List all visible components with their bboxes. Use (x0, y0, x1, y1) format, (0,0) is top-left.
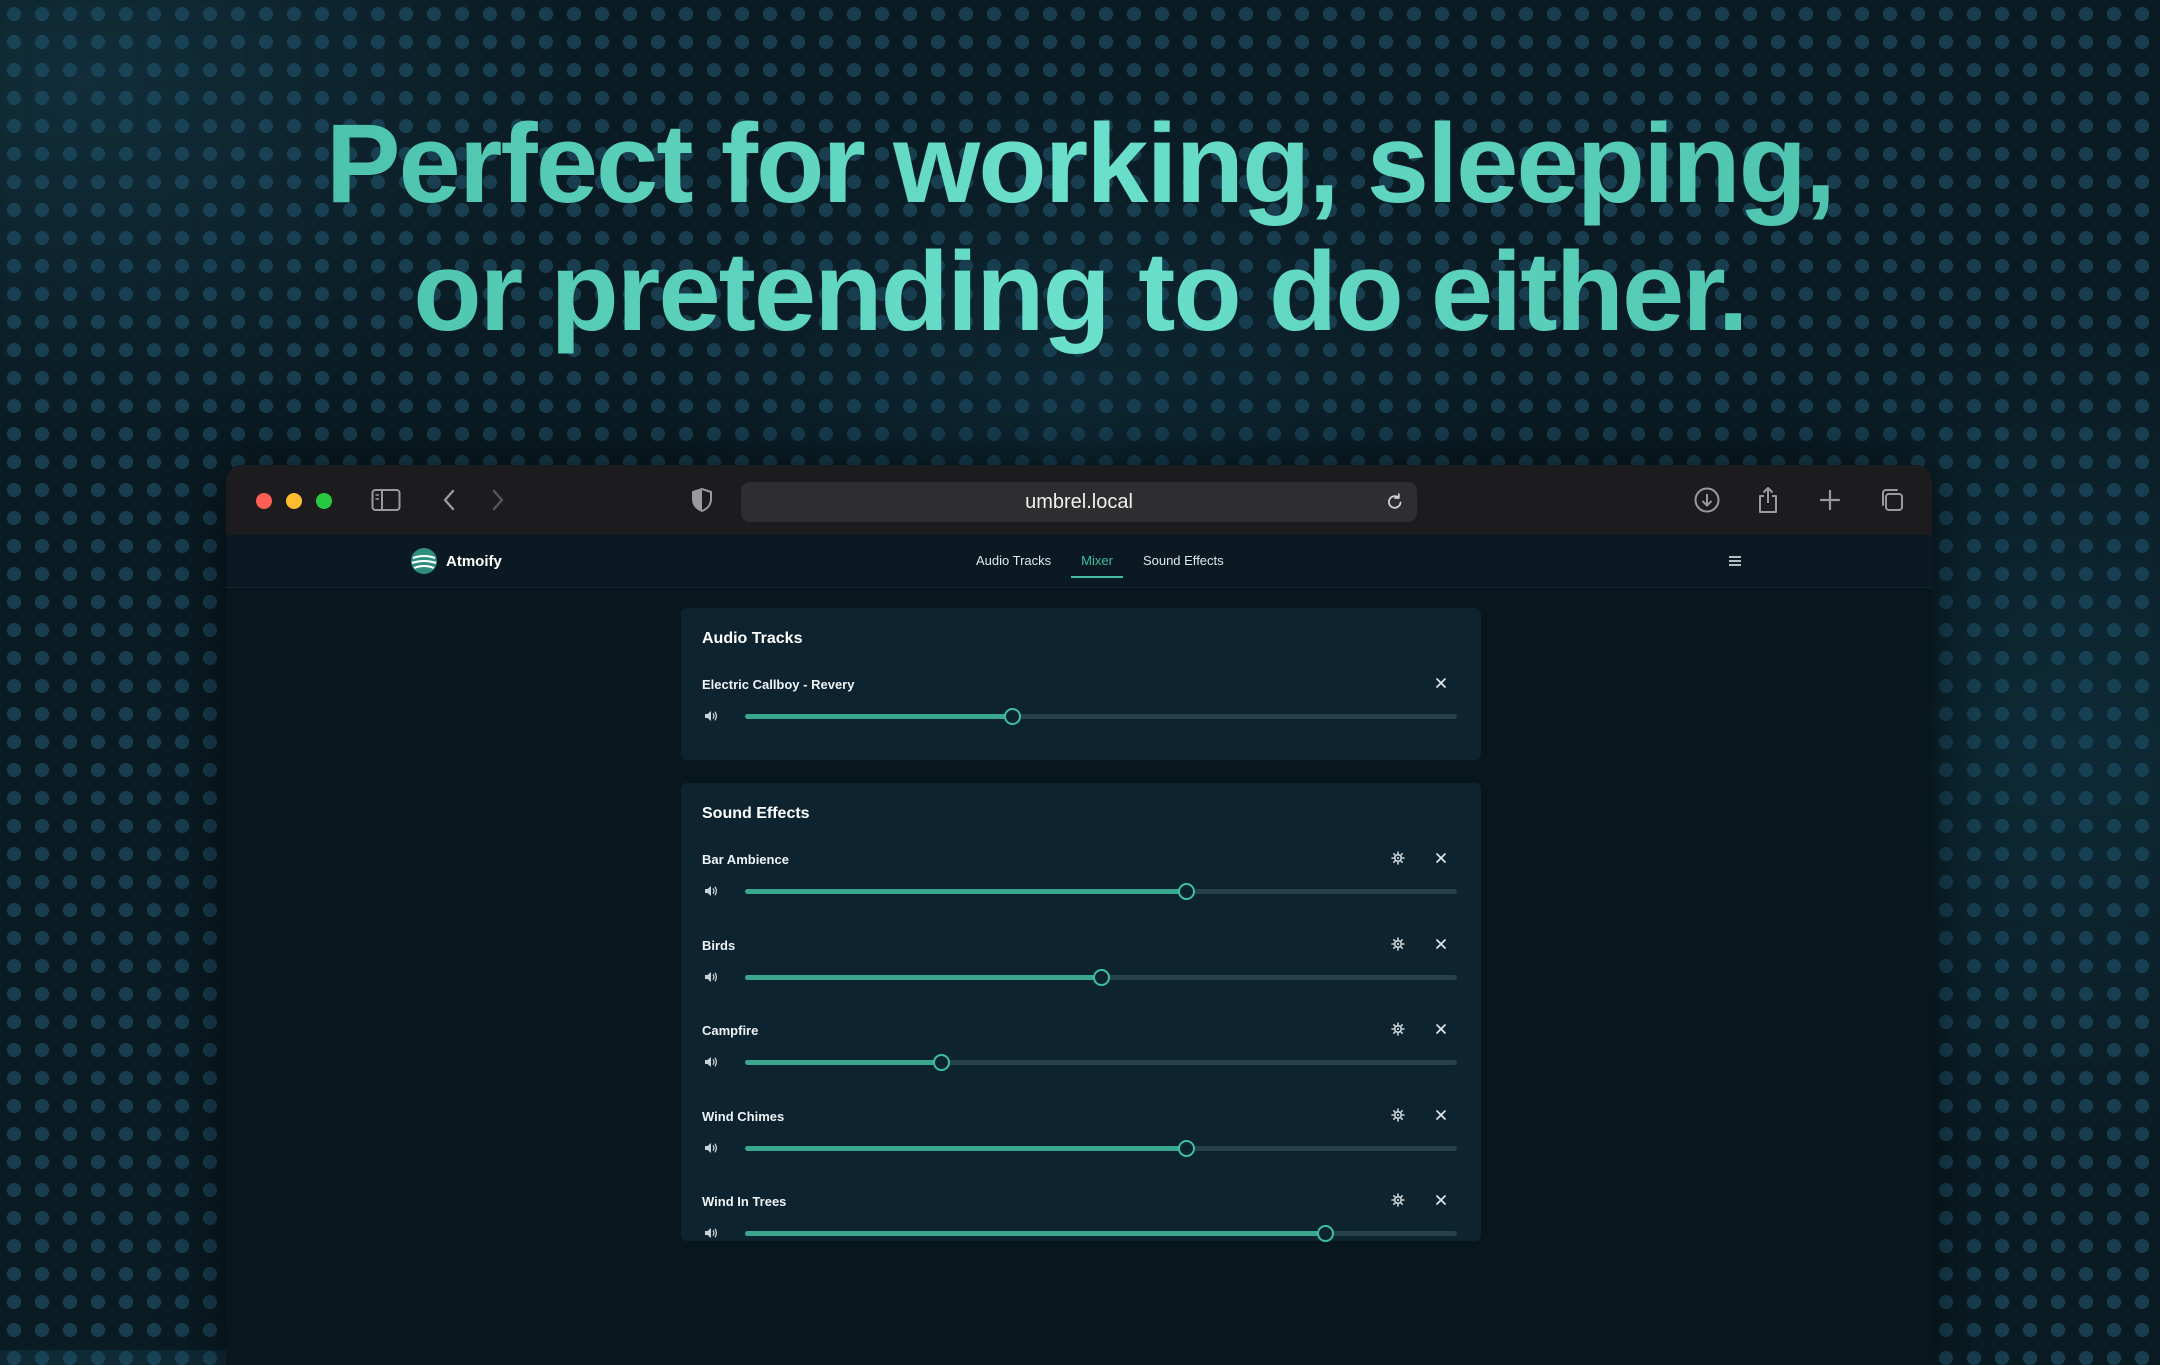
mixer-row: Birds (681, 935, 1481, 1024)
remove-icon[interactable] (1432, 1106, 1450, 1124)
volume-speaker-icon[interactable] (702, 882, 720, 900)
track-name: Campfire (702, 1023, 759, 1038)
volume-slider-thumb[interactable] (1178, 883, 1196, 900)
remove-icon[interactable] (1432, 1020, 1450, 1038)
volume-slider-thumb[interactable] (1093, 968, 1110, 986)
atmoify-logo-icon (411, 548, 437, 574)
tab-audio-tracks[interactable]: Audio Tracks (966, 535, 1061, 587)
volume-slider-fill (745, 889, 1187, 894)
volume-slider[interactable] (745, 968, 1457, 986)
track-name: Wind Chimes (702, 1108, 785, 1124)
browser-toolbar: umbrel.local (226, 465, 1932, 536)
sidebar-toggle-icon[interactable] (368, 482, 404, 518)
volume-slider-fill (745, 1231, 1326, 1236)
volume-slider-thumb[interactable] (932, 1054, 950, 1071)
track-name: Electric Callboy - Revery (702, 677, 855, 692)
remove-icon[interactable] (1432, 1191, 1450, 1209)
settings-gear-icon[interactable] (1389, 849, 1407, 867)
tab-overview-icon[interactable] (1874, 482, 1910, 518)
volume-slider-thumb[interactable] (1317, 1225, 1335, 1242)
volume-slider-fill (745, 974, 1101, 980)
mixer-row: Wind Chimes (681, 1106, 1481, 1195)
audio-tracks-card: Audio Tracks Electric Callboy - Revery (681, 608, 1481, 760)
remove-icon[interactable] (1432, 674, 1450, 692)
mixer-row: Electric Callboy - Revery (681, 677, 1481, 763)
url-text[interactable]: umbrel.local (741, 491, 1417, 514)
track-name: Bar Ambience (702, 852, 789, 867)
forward-icon[interactable] (480, 482, 516, 518)
back-icon[interactable] (431, 482, 467, 518)
share-icon[interactable] (1750, 482, 1786, 518)
close-window-button[interactable] (256, 493, 272, 509)
settings-gear-icon[interactable] (1389, 935, 1407, 953)
volume-slider-fill (745, 714, 1012, 719)
mixer-row: Wind In Trees (681, 1191, 1481, 1280)
address-bar[interactable]: umbrel.local (741, 482, 1417, 522)
main-tabs: Audio Tracks Mixer Sound Effects (966, 535, 1244, 587)
hero-line-2: or pretending to do either. (0, 228, 2160, 356)
minimize-window-button[interactable] (286, 493, 302, 509)
volume-slider[interactable] (745, 1139, 1457, 1157)
remove-icon[interactable] (1432, 849, 1450, 867)
volume-slider[interactable] (745, 1225, 1457, 1242)
volume-slider[interactable] (745, 708, 1457, 725)
sound-effects-title: Sound Effects (702, 805, 810, 822)
mixer-row: Campfire (681, 1020, 1481, 1109)
volume-speaker-icon[interactable] (702, 968, 720, 986)
zoom-window-button[interactable] (316, 493, 332, 509)
remove-icon[interactable] (1432, 935, 1450, 953)
app-navbar: Atmoify Audio Tracks Mixer Sound Effects (226, 535, 1932, 588)
volume-speaker-icon[interactable] (702, 1224, 720, 1242)
mixer-row: Bar Ambience (681, 849, 1481, 938)
settings-gear-icon[interactable] (1389, 1106, 1407, 1124)
volume-slider[interactable] (745, 1054, 1457, 1071)
tab-mixer[interactable]: Mixer (1071, 535, 1123, 587)
app-name: Atmoify (446, 552, 502, 570)
browser-window: umbrel.local Atmoify Audio Tracks Mixer … (226, 465, 1932, 1365)
volume-slider-thumb[interactable] (1178, 1139, 1196, 1157)
volume-slider-fill (745, 1060, 941, 1065)
reload-icon[interactable] (1381, 488, 1409, 516)
hero-headline: Perfect for working, sleeping, or preten… (0, 100, 2160, 356)
tab-sound-effects[interactable]: Sound Effects (1133, 535, 1234, 587)
track-name: Birds (702, 937, 736, 953)
volume-speaker-icon[interactable] (702, 1139, 720, 1157)
volume-slider-fill (745, 1145, 1187, 1151)
volume-slider[interactable] (745, 883, 1457, 900)
volume-speaker-icon[interactable] (702, 1053, 720, 1071)
audio-tracks-title: Audio Tracks (702, 630, 803, 647)
volume-slider-thumb[interactable] (1004, 708, 1021, 725)
sound-effects-card: Sound Effects Bar Ambience Birds Campfire W… (681, 783, 1481, 1242)
new-tab-icon[interactable] (1812, 482, 1848, 518)
hero-line-1: Perfect for working, sleeping, (0, 100, 2160, 228)
track-name: Wind In Trees (702, 1194, 787, 1209)
settings-gear-icon[interactable] (1389, 1191, 1407, 1209)
volume-speaker-icon[interactable] (702, 707, 720, 725)
app-logo[interactable]: Atmoify (410, 547, 502, 575)
hamburger-menu-icon[interactable] (1725, 551, 1745, 571)
downloads-icon[interactable] (1689, 482, 1725, 518)
privacy-shield-icon[interactable] (684, 482, 720, 518)
settings-gear-icon[interactable] (1389, 1020, 1407, 1038)
